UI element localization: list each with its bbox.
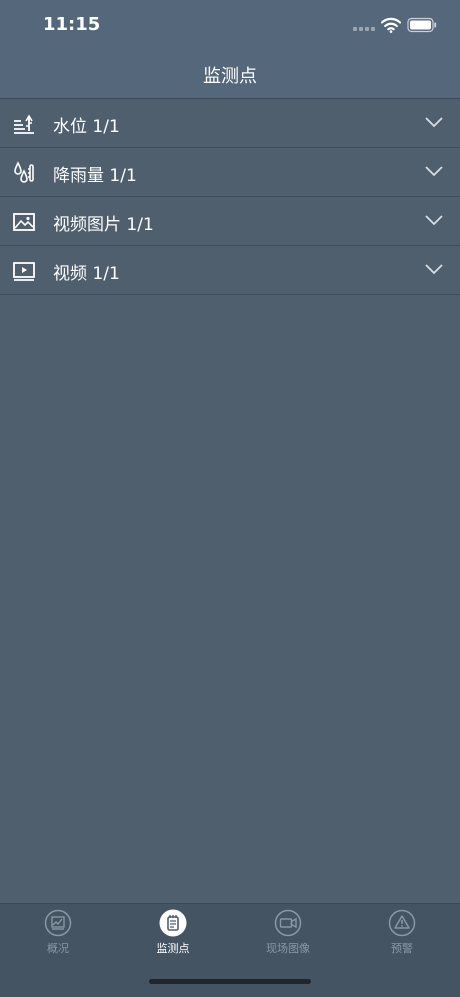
- warning-icon: [388, 909, 416, 937]
- battery-icon: [407, 17, 437, 33]
- section-row-water-level[interactable]: 水位 1/1: [0, 99, 460, 148]
- cellular-signal-icon: [353, 27, 377, 33]
- chevron-down-icon[interactable]: [424, 115, 444, 129]
- navigation-bar: 监测点: [0, 50, 460, 99]
- tab-overview[interactable]: 概况: [18, 909, 98, 959]
- tab-site-images[interactable]: 现场图像: [248, 909, 328, 959]
- section-row-rainfall[interactable]: 降雨量 1/1: [0, 148, 460, 197]
- tab-label: 监测点: [156, 942, 190, 955]
- overview-chart-icon: [44, 909, 72, 937]
- tab-label: 概况: [47, 942, 69, 955]
- image-icon: [13, 213, 35, 231]
- monitoring-section-list: 水位 1/1 降雨量 1/1 视频图片 1/1 视频 1/1: [0, 99, 460, 295]
- section-label: 视频 1/1: [53, 264, 120, 284]
- page-title: 监测点: [203, 66, 257, 87]
- section-label: 降雨量 1/1: [53, 166, 137, 186]
- monitor-point-icon: [159, 909, 187, 937]
- wifi-icon: [381, 17, 401, 33]
- water-level-icon: [14, 114, 34, 134]
- camera-icon: [274, 909, 302, 937]
- section-row-video-image[interactable]: 视频图片 1/1: [0, 197, 460, 246]
- rainfall-icon: [14, 161, 34, 183]
- tab-label: 现场图像: [266, 942, 310, 955]
- home-indicator[interactable]: [149, 979, 311, 984]
- section-label: 视频图片 1/1: [53, 215, 154, 235]
- section-row-video[interactable]: 视频 1/1: [0, 246, 460, 295]
- chevron-down-icon[interactable]: [424, 262, 444, 276]
- tab-monitoring-points[interactable]: 监测点: [133, 909, 213, 959]
- chevron-down-icon[interactable]: [424, 213, 444, 227]
- status-bar: 11:15: [0, 0, 460, 50]
- chevron-down-icon[interactable]: [424, 164, 444, 178]
- tab-label: 预警: [391, 942, 413, 955]
- tab-warning[interactable]: 预警: [362, 909, 442, 959]
- video-icon: [13, 262, 35, 281]
- section-label: 水位 1/1: [53, 117, 120, 137]
- status-time: 11:15: [43, 14, 101, 35]
